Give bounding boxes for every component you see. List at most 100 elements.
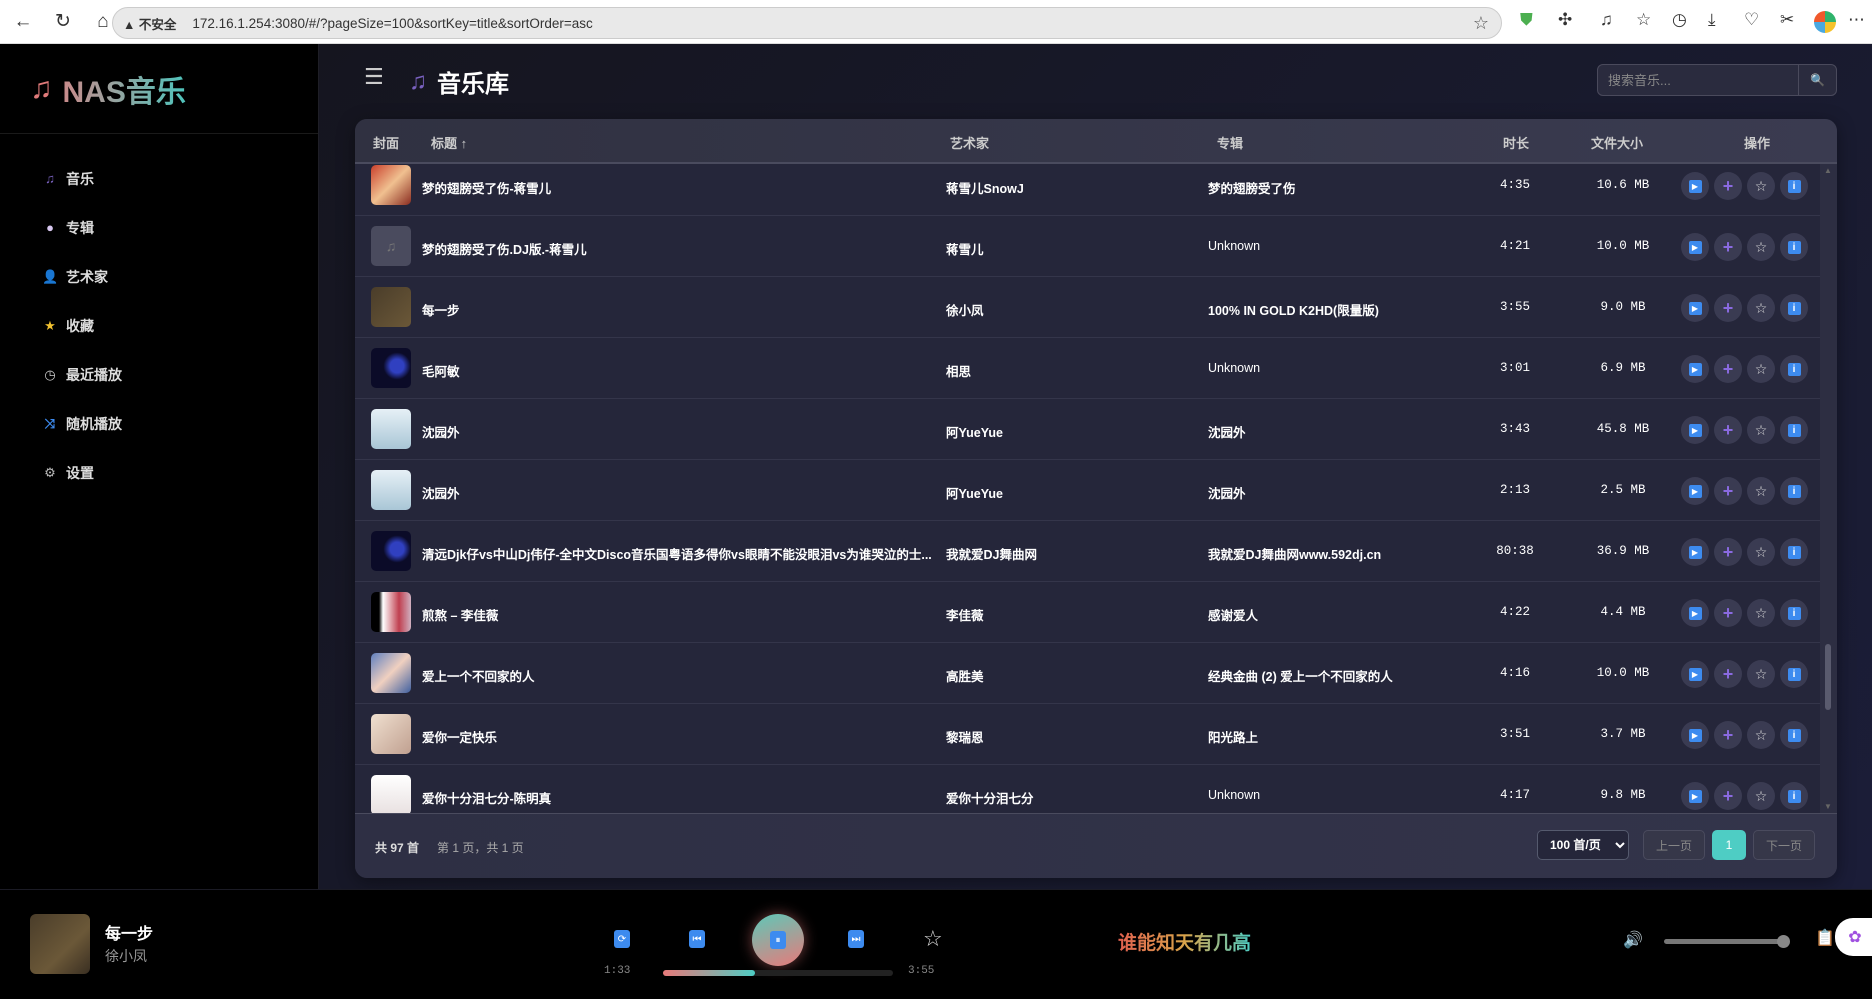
table-row[interactable]: 每一步 徐小凤 100% IN GOLD K2HD(限量版) 3:55 9.0 … [355, 277, 1820, 338]
assistant-widget-icon[interactable]: ✿ [1835, 918, 1872, 956]
profile-icon[interactable] [1814, 11, 1836, 33]
add-to-playlist-button[interactable]: + [1714, 538, 1742, 566]
play-button[interactable]: ▶ [1681, 477, 1709, 505]
track-album[interactable]: Unknown [1208, 239, 1260, 253]
track-title[interactable]: 沈园外 [422, 483, 932, 502]
favorite-button[interactable]: ☆ [1747, 172, 1775, 200]
track-title[interactable]: 毛阿敏 [422, 361, 932, 380]
track-artist[interactable]: 阿YueYue [946, 422, 1003, 441]
info-button[interactable]: i [1780, 660, 1808, 688]
track-album[interactable]: 我就爱DJ舞曲网www.592dj.cn [1208, 544, 1381, 563]
reload-icon[interactable]: ↻ [46, 5, 80, 39]
next-button[interactable]: ⏭ [848, 930, 864, 948]
add-to-playlist-button[interactable]: + [1714, 233, 1742, 261]
col-title[interactable]: 标题 ↑ [431, 133, 467, 152]
volume-icon[interactable]: 🔊 [1623, 930, 1643, 950]
track-title[interactable]: 煎熬 – 李佳薇 [422, 605, 932, 624]
info-button[interactable]: i [1780, 172, 1808, 200]
info-button[interactable]: i [1780, 233, 1808, 261]
track-artist[interactable]: 爱你十分泪七分 [946, 788, 1034, 807]
info-button[interactable]: i [1780, 477, 1808, 505]
track-album[interactable]: Unknown [1208, 788, 1260, 802]
play-button[interactable]: ▶ [1681, 660, 1709, 688]
table-row[interactable]: 煎熬 – 李佳薇 李佳薇 感谢爱人 4:22 4.4 MB ▶ + ☆ i [355, 582, 1820, 643]
play-button[interactable]: ▶ [1681, 233, 1709, 261]
scrollbar-thumb[interactable] [1825, 644, 1831, 710]
track-artist[interactable]: 蒋雪儿 [946, 239, 984, 258]
play-button[interactable]: ▶ [1681, 416, 1709, 444]
col-size[interactable]: 文件大小 [1591, 133, 1643, 152]
track-title[interactable]: 清远Djk仔vs中山Dj伟仔-全中文Disco音乐国粤语多得你vs眼睛不能没眼泪… [422, 544, 932, 563]
track-album[interactable]: 经典金曲 (2) 爱上一个不回家的人 [1208, 666, 1393, 685]
play-button[interactable]: ▶ [1681, 355, 1709, 383]
page-size-select[interactable]: 100 首/页 [1537, 830, 1629, 860]
screenshot-icon[interactable]: ✂ [1780, 10, 1794, 30]
sidebar-item-clock[interactable]: ◷ 最近播放 [0, 350, 318, 399]
track-album[interactable]: 100% IN GOLD K2HD(限量版) [1208, 300, 1379, 319]
table-scrollbar[interactable]: ▲ ▼ [1820, 164, 1837, 813]
sidebar-item-disc[interactable]: ● 专辑 [0, 203, 318, 252]
info-button[interactable]: i [1780, 599, 1808, 627]
info-button[interactable]: i [1780, 355, 1808, 383]
add-to-playlist-button[interactable]: + [1714, 721, 1742, 749]
play-button[interactable]: ▶ [1681, 294, 1709, 322]
scroll-down-icon[interactable]: ▼ [1824, 802, 1832, 811]
track-artist[interactable]: 阿YueYue [946, 483, 1003, 502]
sidebar-item-star[interactable]: ★ 收藏 [0, 301, 318, 350]
favorite-button[interactable]: ☆ [1747, 233, 1775, 261]
table-row[interactable]: 爱你十分泪七分-陈明真 爱你十分泪七分 Unknown 4:17 9.8 MB … [355, 765, 1820, 813]
track-title[interactable]: 梦的翅膀受了伤.DJ版.-蒋雪儿 [422, 239, 932, 258]
more-menu-icon[interactable]: ⋯ [1848, 10, 1865, 30]
volume-slider[interactable] [1664, 935, 1790, 948]
sidebar-item-gear[interactable]: ⚙ 设置 [0, 448, 318, 497]
track-album[interactable]: 梦的翅膀受了伤 [1208, 178, 1296, 197]
favorite-star-icon[interactable]: ☆ [923, 926, 943, 952]
bookmark-star-icon[interactable]: ☆ [1473, 13, 1489, 34]
track-album[interactable]: 阳光路上 [1208, 727, 1258, 746]
security-warning[interactable]: ▲ 不安全 [123, 14, 176, 33]
add-to-playlist-button[interactable]: + [1714, 660, 1742, 688]
track-artist[interactable]: 黎瑞恩 [946, 727, 984, 746]
now-playing-cover[interactable] [30, 914, 90, 974]
pause-button[interactable]: ⏸ [752, 914, 804, 966]
track-title[interactable]: 梦的翅膀受了伤-蒋雪儿 [422, 178, 932, 197]
play-button[interactable]: ▶ [1681, 721, 1709, 749]
add-to-playlist-button[interactable]: + [1714, 294, 1742, 322]
track-album[interactable]: 感谢爱人 [1208, 605, 1258, 624]
play-button[interactable]: ▶ [1681, 782, 1709, 810]
play-button[interactable]: ▶ [1681, 172, 1709, 200]
address-bar[interactable]: ▲ 不安全 172.16.1.254:3080/#/?pageSize=100&… [112, 7, 1502, 39]
favorite-button[interactable]: ☆ [1747, 599, 1775, 627]
table-row[interactable]: 梦的翅膀受了伤-蒋雪儿 蒋雪儿SnowJ 梦的翅膀受了伤 4:35 10.6 M… [355, 164, 1820, 216]
table-row[interactable]: 沈园外 阿YueYue 沈园外 3:43 45.8 MB ▶ + ☆ i [355, 399, 1820, 460]
page-1-button[interactable]: 1 [1712, 830, 1746, 860]
favorites-icon[interactable]: ☆ [1636, 10, 1651, 30]
table-row[interactable]: 爱你一定快乐 黎瑞恩 阳光路上 3:51 3.7 MB ▶ + ☆ i [355, 704, 1820, 765]
add-to-playlist-button[interactable]: + [1714, 477, 1742, 505]
favorite-button[interactable]: ☆ [1747, 721, 1775, 749]
media-icon[interactable]: ♫ [1600, 10, 1613, 30]
table-row[interactable]: ♫ 梦的翅膀受了伤.DJ版.-蒋雪儿 蒋雪儿 Unknown 4:21 10.0… [355, 216, 1820, 277]
downloads-icon[interactable]: ⤓ [1708, 10, 1716, 30]
favorite-button[interactable]: ☆ [1747, 355, 1775, 383]
info-button[interactable]: i [1780, 538, 1808, 566]
track-album[interactable]: 沈园外 [1208, 422, 1246, 441]
info-button[interactable]: i [1780, 721, 1808, 749]
track-title[interactable]: 每一步 [422, 300, 932, 319]
next-page-button[interactable]: 下一页 [1753, 830, 1815, 860]
track-artist[interactable]: 相思 [946, 361, 971, 380]
favorite-button[interactable]: ☆ [1747, 416, 1775, 444]
favorite-button[interactable]: ☆ [1747, 660, 1775, 688]
sidebar-item-person[interactable]: 👤 艺术家 [0, 252, 318, 301]
search-button[interactable]: 🔍 [1798, 65, 1836, 95]
table-row[interactable]: 爱上一个不回家的人 高胜美 经典金曲 (2) 爱上一个不回家的人 4:16 10… [355, 643, 1820, 704]
performance-icon[interactable]: ♡ [1744, 10, 1759, 30]
col-artist[interactable]: 艺术家 [950, 133, 989, 152]
track-artist[interactable]: 李佳薇 [946, 605, 984, 624]
track-title[interactable]: 爱你十分泪七分-陈明真 [422, 788, 932, 807]
track-title[interactable]: 爱上一个不回家的人 [422, 666, 932, 685]
track-album[interactable]: 沈园外 [1208, 483, 1246, 502]
table-row[interactable]: 毛阿敏 相思 Unknown 3:01 6.9 MB ▶ + ☆ i [355, 338, 1820, 399]
menu-toggle-icon[interactable]: ☰ [364, 64, 384, 90]
sidebar-item-shuffle[interactable]: ⤨ 随机播放 [0, 399, 318, 448]
